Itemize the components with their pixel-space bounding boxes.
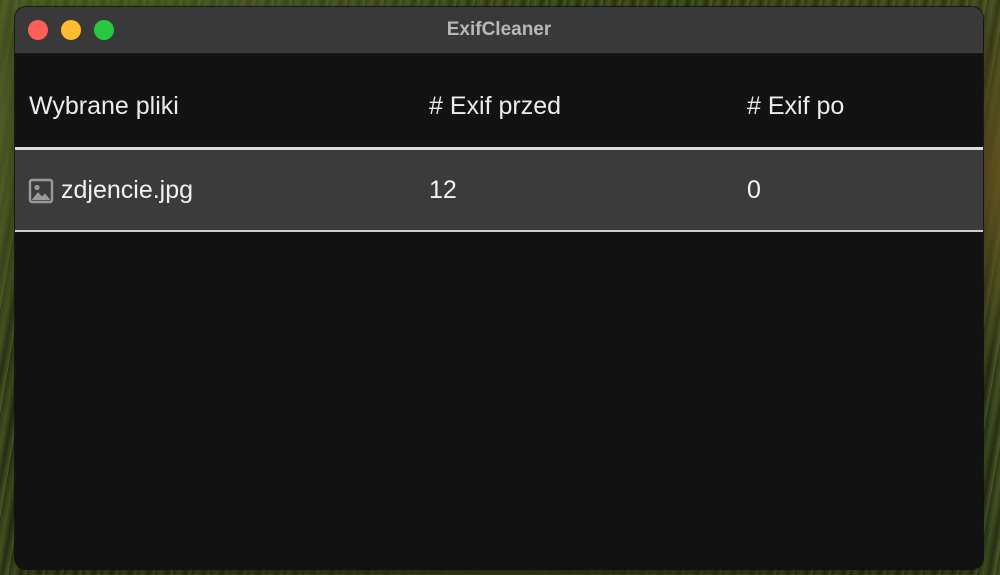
window-title: ExifCleaner <box>446 19 552 40</box>
app-window: ExifCleaner Wybrane pliki # Exif przed #… <box>15 7 983 569</box>
file-name: zdjencie.jpg <box>61 176 194 204</box>
title-bar[interactable]: ExifCleaner <box>15 7 983 54</box>
exif-before-count: 12 <box>429 176 457 204</box>
table-row[interactable]: zdjencie.jpg 12 0 <box>15 150 983 232</box>
header-exif-before: # Exif przed <box>429 92 562 120</box>
header-exif-after: # Exif po <box>747 92 845 120</box>
image-file-icon <box>28 178 54 204</box>
files-table: Wybrane pliki # Exif przed # Exif po zdj… <box>15 54 983 232</box>
exif-after-count: 0 <box>747 176 761 204</box>
table-header-row: Wybrane pliki # Exif przed # Exif po <box>15 54 983 147</box>
header-selected-files: Wybrane pliki <box>29 92 179 120</box>
